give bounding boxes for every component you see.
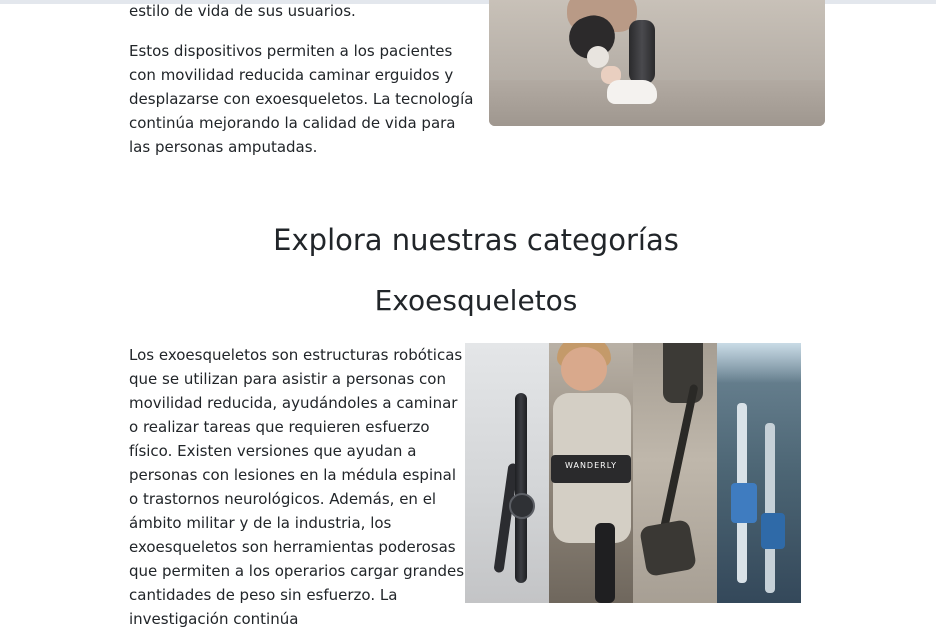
categories-heading: Explora nuestras categorías xyxy=(273,223,679,257)
prosthesis-photo xyxy=(489,0,825,126)
exoskeletons-paragraph: Los exoesqueletos son estructuras robóti… xyxy=(129,346,465,628)
exoskeletons-heading: Exoesqueletos xyxy=(374,284,578,317)
wanderly-label: WANDERLY xyxy=(565,461,617,470)
intro-paragraph-tail: estilo de vida de sus usuarios. xyxy=(129,2,356,20)
exoskeletons-collage-image: WANDERLY xyxy=(465,343,801,603)
intro-paragraph: Estos dispositivos permiten a los pacien… xyxy=(129,42,474,156)
robotic-lab-photo xyxy=(717,343,801,603)
child-exoskeleton-photo: WANDERLY xyxy=(549,343,633,603)
exoskeleton-frame-photo xyxy=(465,343,549,603)
leg-exoskeleton-photo xyxy=(633,343,717,603)
